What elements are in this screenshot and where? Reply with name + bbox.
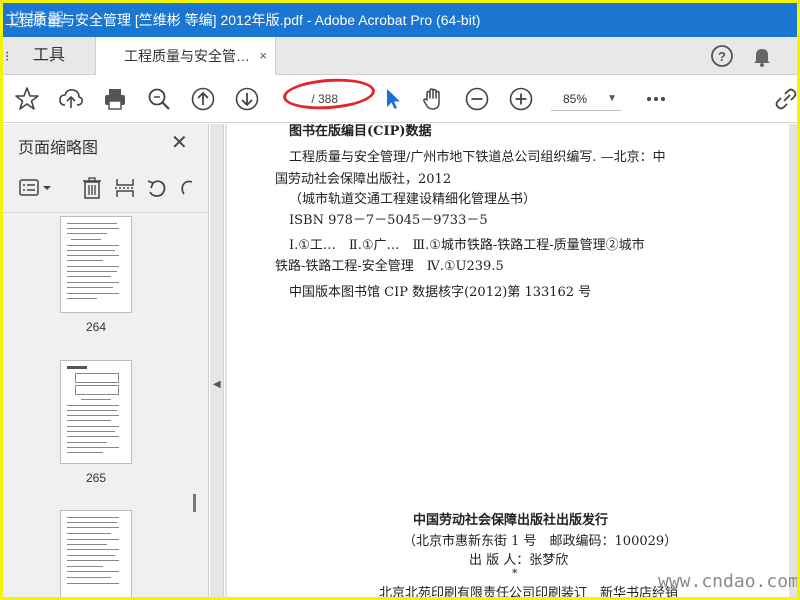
rotate-right-icon[interactable] — [178, 176, 202, 200]
page-thumbnail[interactable] — [60, 216, 132, 313]
collapse-arrow-icon: ◀ — [213, 379, 221, 390]
cip-line: ISBN 978－7－5045－9733－5 — [289, 213, 488, 228]
panel-toolbar — [3, 172, 208, 204]
hand-icon[interactable] — [420, 86, 446, 112]
cip-line: 铁路-铁路工程-安全管理 Ⅳ.①U239.5 — [275, 259, 504, 274]
zoom-out-icon[interactable] — [464, 86, 490, 112]
panel-scrollbar[interactable] — [193, 494, 196, 512]
window-titlebar: 工程质量与安全管理 [竺维彬 等编] 2012年版.pdf - Adobe Ac… — [3, 3, 797, 37]
svg-text:?: ? — [718, 49, 726, 64]
page-down-icon[interactable] — [234, 86, 260, 112]
chevron-down-icon: ▼ — [607, 93, 617, 104]
window-title: 工程质量与安全管理 [竺维彬 等编] 2012年版.pdf - Adobe Ac… — [5, 12, 481, 28]
bell-icon[interactable] — [750, 44, 774, 68]
tab-tools[interactable]: ⁝ 工具 — [3, 37, 96, 75]
print-icon[interactable] — [102, 86, 128, 112]
cip-line: 中国版本图书馆 CIP 数据核字(2012)第 133162 号 — [289, 285, 592, 300]
printer-line: 北京北苑印刷有限责任公司印刷装订 新华书店经销 — [379, 586, 679, 597]
cip-line: 工程质量与安全管理/广州市地下铁道总公司组织编写. —北京：中 — [289, 150, 666, 165]
tab-overflow-mark: ⁝ — [5, 48, 10, 64]
zoom-in-icon[interactable] — [508, 86, 534, 112]
thumbnails-panel: 页面缩略图 ✕ 264 265 — [3, 124, 209, 597]
site-watermark: www.cndao.com — [658, 571, 797, 592]
app-window: 工程质量与安全管理 [竺维彬 等编] 2012年版.pdf - Adobe Ac… — [3, 3, 797, 597]
tab-tools-label: 工具 — [32, 47, 65, 64]
publisher-person: 出 版 人：张梦欣 — [469, 553, 569, 568]
rotate-left-icon[interactable] — [145, 176, 169, 200]
watermark-overlay: 选择器 — [9, 10, 66, 31]
thumbnail-label: 264 — [85, 320, 107, 334]
select-cursor-icon[interactable] — [380, 86, 406, 112]
upload-icon[interactable] — [58, 86, 84, 112]
publisher-heading: 中国劳动社会保障出版社出版发行 — [413, 513, 609, 528]
separator-star: * — [512, 567, 518, 580]
more-icon[interactable] — [643, 86, 669, 112]
page-thumbnail[interactable] — [60, 510, 132, 597]
panel-collapse-handle[interactable]: ◀ — [210, 124, 224, 597]
page-up-icon[interactable] — [190, 86, 216, 112]
tab-document[interactable]: 工程质量与安全管… × — [96, 37, 276, 76]
options-menu-icon[interactable] — [18, 176, 54, 200]
insert-pages-icon[interactable] — [113, 176, 137, 200]
trash-icon[interactable] — [80, 176, 104, 200]
zoom-value: 85% — [563, 92, 588, 106]
document-view[interactable]: 图书在版编目(CIP)数据 工程质量与安全管理/广州市地下铁道总公司组织编写. … — [225, 124, 797, 597]
star-icon[interactable] — [14, 86, 40, 112]
panel-divider — [3, 212, 208, 213]
search-icon[interactable] — [146, 86, 172, 112]
cip-heading: 图书在版编目(CIP)数据 — [289, 124, 432, 139]
help-icon[interactable]: ? — [710, 44, 734, 68]
panel-close-icon[interactable]: ✕ — [171, 130, 188, 155]
cip-line: 国劳动社会保障出版社，2012 — [275, 172, 452, 187]
cip-line: （城市轨道交通工程建设精细化管理丛书） — [289, 192, 537, 207]
pdf-page: 图书在版编目(CIP)数据 工程质量与安全管理/广州市地下铁道总公司组织编写. … — [227, 124, 789, 597]
tab-document-label: 工程质量与安全管… — [124, 48, 250, 64]
tab-bar: ⁝ 工具 工程质量与安全管… × ? — [3, 37, 797, 76]
main-toolbar: / 388 85% ▼ — [3, 75, 797, 123]
tab-close-icon[interactable]: × — [259, 37, 267, 75]
cip-line: Ⅰ.①工… Ⅱ.①广… Ⅲ.①城市铁路-铁路工程-质量管理②城市 — [289, 238, 645, 253]
page-thumbnail[interactable] — [60, 360, 132, 464]
publisher-address: （北京市惠新东街 1 号 邮政编码：100029） — [403, 534, 678, 549]
thumbnail-label: 265 — [85, 471, 107, 485]
link-icon[interactable] — [773, 86, 797, 112]
panel-title: 页面缩略图 — [18, 140, 99, 157]
zoom-select[interactable]: 85% ▼ — [551, 87, 621, 111]
